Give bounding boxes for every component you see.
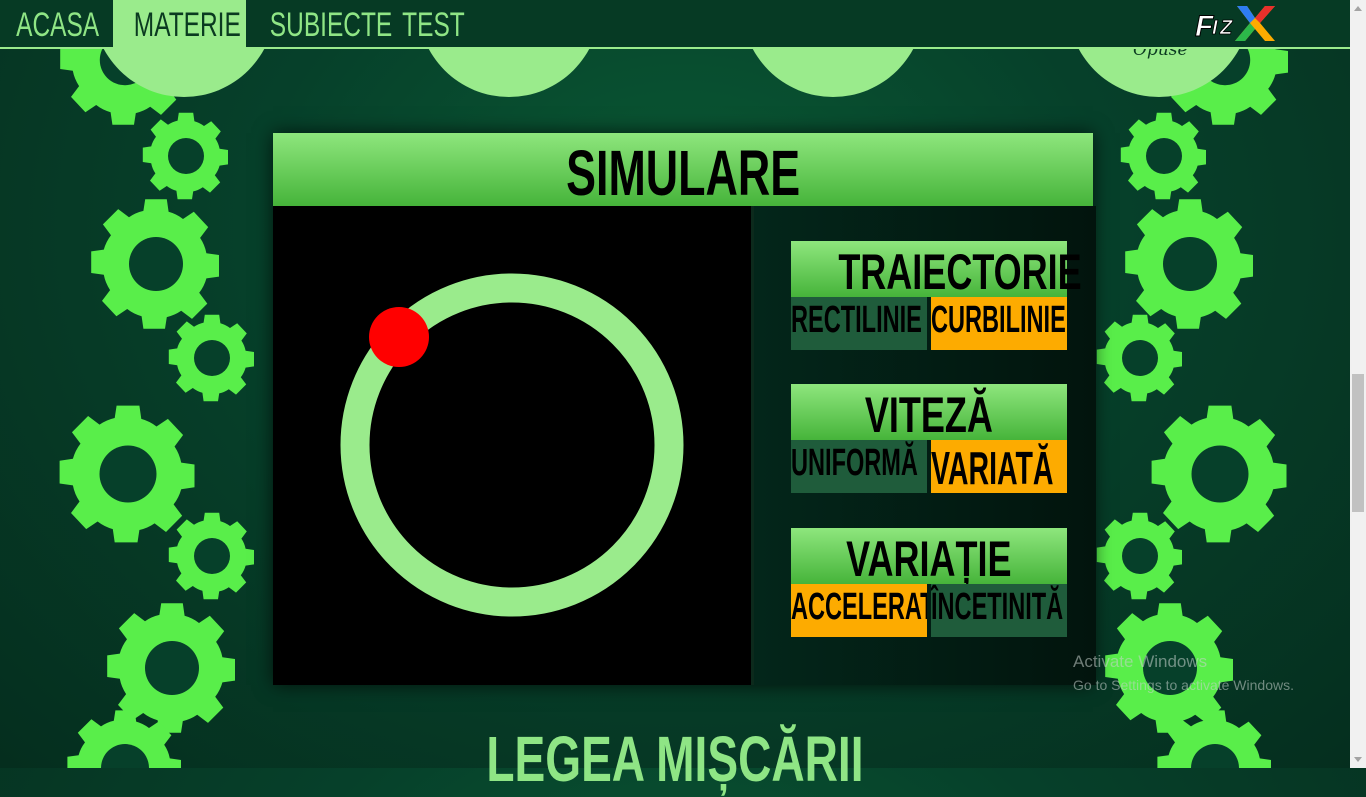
scroll-up-arrow-icon[interactable] (1354, 6, 1362, 11)
nav-test[interactable]: TEST (386, 0, 480, 47)
group-title-variatie: VARIAȚIE (791, 528, 1067, 587)
section-heading: LEGEA MIȘCĂRII (486, 723, 864, 795)
option-rectilinie[interactable]: RECTILINIE (791, 297, 927, 350)
option-incetinita[interactable]: ÎNCETINITĂ (931, 584, 1067, 637)
group-variatie: VARIAȚIE ACCELERATĂ ÎNCETINITĂ (791, 528, 1067, 637)
top-navbar: ACASA MATERIE SUBIECTE TEST (0, 0, 1350, 49)
simulation-panel: SIMULARE TRAIECTORIE RECTILINIE CURBILIN… (273, 133, 1096, 685)
group-title-traiectorie: TRAIECTORIE (791, 241, 1082, 300)
simulation-controls: TRAIECTORIE RECTILINIE CURBILINIE VITEZĂ… (751, 206, 1096, 685)
trajectory-svg (340, 273, 684, 617)
nav-materie[interactable]: MATERIE (113, 0, 246, 47)
fizx-logo[interactable]: F I Z (1195, 4, 1275, 42)
group-title-viteza: VITEZĂ (791, 384, 1067, 443)
svg-text:I: I (1212, 17, 1218, 39)
group-traiectorie: TRAIECTORIE RECTILINIE CURBILINIE (791, 241, 1082, 350)
page-scrollbar[interactable] (1350, 0, 1366, 768)
option-uniforma[interactable]: UNIFORMĂ (791, 440, 927, 493)
scroll-down-arrow-icon[interactable] (1354, 757, 1362, 762)
option-variata[interactable]: VARIATĂ (931, 440, 1067, 493)
group-viteza: VITEZĂ UNIFORMĂ VARIATĂ (791, 384, 1067, 493)
option-accelerata[interactable]: ACCELERATĂ (791, 584, 927, 637)
simulation-canvas[interactable] (273, 206, 751, 685)
scrollbar-thumb[interactable] (1352, 374, 1364, 512)
nav-acasa[interactable]: ACASA (0, 0, 113, 47)
windows-activation-text: Go to Settings to activate Windows. (1073, 677, 1294, 693)
moving-ball (369, 307, 429, 367)
simulation-title: SIMULARE (273, 133, 1093, 209)
gears-left-decoration (59, 40, 254, 768)
windows-activation-title: Activate Windows (1073, 652, 1208, 671)
option-curbilinie[interactable]: CURBILINIE (931, 297, 1067, 350)
nav-subiecte[interactable]: SUBIECTE (246, 0, 392, 47)
svg-text:Z: Z (1219, 17, 1233, 39)
